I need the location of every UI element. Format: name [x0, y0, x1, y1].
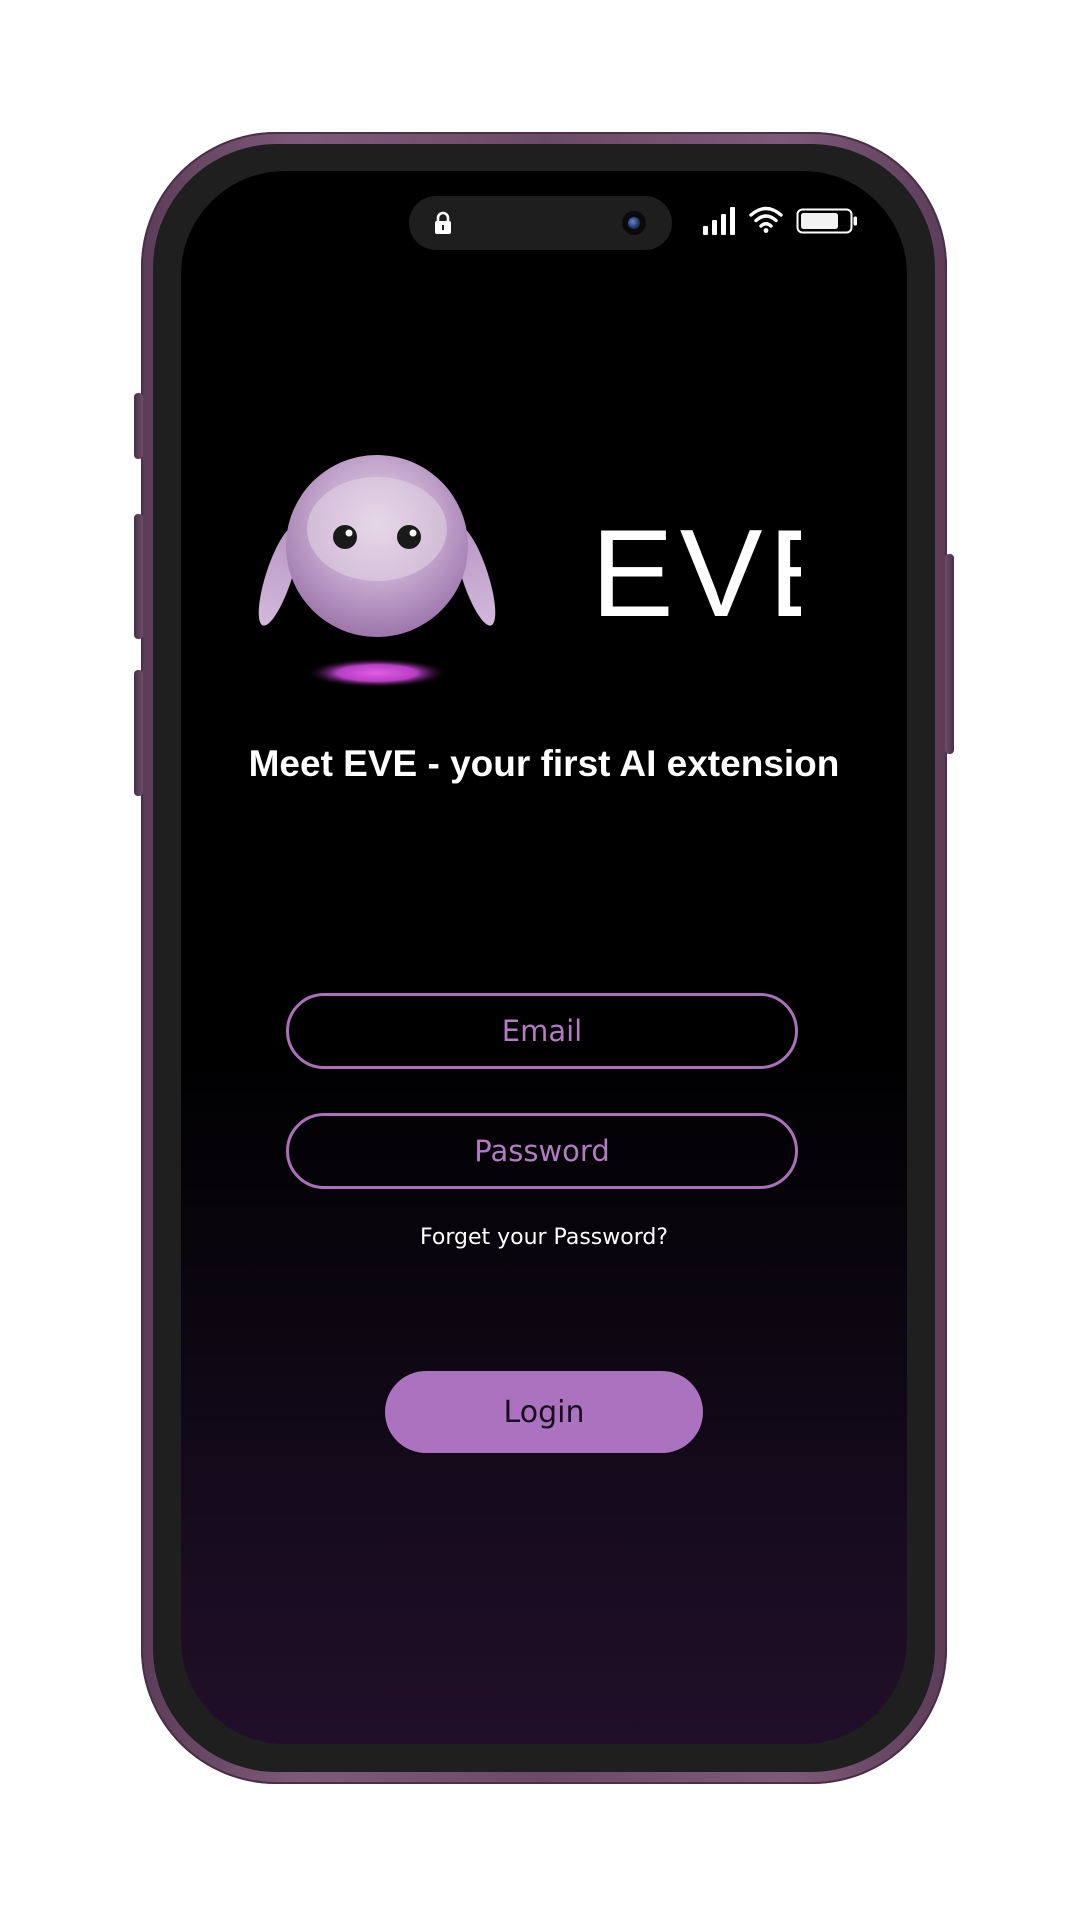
forgot-password-link[interactable]: Forget your Password?: [181, 1223, 907, 1253]
power-side-button: [945, 554, 954, 754]
lock-icon: [435, 211, 451, 234]
svg-text:EVE: EVE: [591, 515, 801, 627]
battery-icon: [796, 208, 857, 234]
email-field[interactable]: [286, 993, 798, 1069]
signal-icon: [703, 207, 735, 235]
eve-robot-logo: [258, 455, 496, 688]
headline: Meet EVE - your first AI extension: [248, 743, 840, 784]
password-field[interactable]: [286, 1113, 798, 1189]
volume-down-side-button: [134, 670, 143, 796]
action-side-button: [134, 393, 143, 459]
login-button[interactable]: Login: [385, 1371, 703, 1453]
volume-up-side-button: [134, 514, 143, 639]
dynamic-island: [409, 196, 672, 250]
wifi-icon: [749, 206, 783, 233]
camera-icon: [622, 211, 646, 235]
eve-wordmark: EVE: [591, 515, 801, 627]
phone-screen: EVE Meet EVE - your first AI extension F…: [181, 171, 907, 1744]
